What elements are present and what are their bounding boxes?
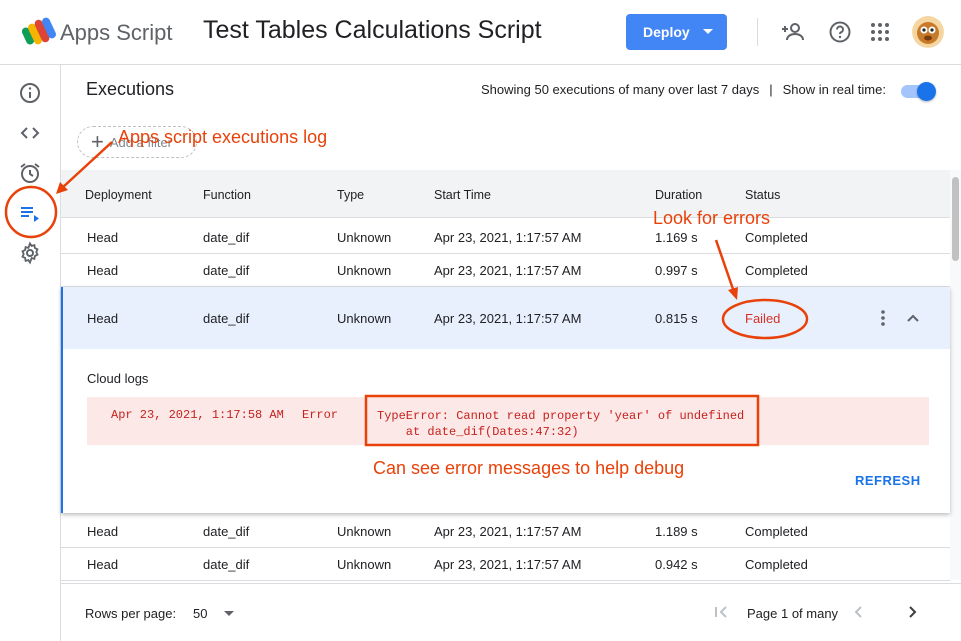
cell-function: date_dif — [203, 311, 250, 326]
cell-status: Completed — [745, 524, 808, 539]
help-icon[interactable] — [828, 20, 852, 44]
expanded-execution: Head date_dif Unknown Apr 23, 2021, 1:17… — [61, 287, 950, 513]
showing-text: Showing 50 executions of many over last … — [481, 82, 760, 97]
table-row-selected[interactable]: Head date_dif Unknown Apr 23, 2021, 1:17… — [63, 287, 950, 349]
cell-type: Unknown — [337, 557, 392, 572]
executions-panel: Executions Showing 50 executions of many… — [61, 65, 961, 641]
cell-start-time: Apr 23, 2021, 1:17:57 AM — [434, 557, 582, 572]
prev-page-icon[interactable] — [849, 602, 869, 622]
showing-summary: Showing 50 executions of many over last … — [481, 82, 886, 97]
executions-icon[interactable] — [18, 201, 42, 225]
cell-type: Unknown — [337, 230, 392, 245]
page-info: Page 1 of many — [747, 606, 839, 621]
cell-function: date_dif — [203, 230, 250, 245]
log-time: Apr 23, 2021, 1:17:58 AM — [111, 408, 284, 422]
cell-function: date_dif — [203, 524, 250, 539]
annotation-errors-note: Look for errors — [653, 208, 771, 228]
cell-status: Completed — [745, 230, 808, 245]
table-row[interactable]: Head date_dif Unknown Apr 23, 2021, 1:17… — [61, 254, 950, 287]
cloud-logs-label: Cloud logs — [87, 371, 149, 386]
left-rail — [0, 65, 61, 641]
app-name[interactable]: Apps Script — [60, 20, 173, 46]
page-title: Executions — [86, 79, 175, 99]
plus-icon: + — [91, 129, 104, 154]
column-header[interactable]: Start Time — [434, 188, 491, 202]
column-header[interactable]: Type — [337, 188, 364, 202]
cell-deployment: Head — [87, 524, 119, 539]
first-page-icon[interactable] — [711, 602, 731, 622]
cell-start-time: Apr 23, 2021, 1:17:57 AM — [434, 263, 582, 278]
chevron-down-icon[interactable] — [224, 611, 234, 616]
realtime-toggle[interactable] — [899, 79, 937, 101]
chevron-up-icon[interactable] — [903, 308, 923, 328]
cell-deployment: Head — [87, 557, 119, 572]
table-row[interactable]: Head date_dif Unknown Apr 23, 2021, 1:17… — [61, 548, 950, 581]
cell-duration: 1.169 s — [655, 230, 698, 245]
cell-status-failed: Failed — [745, 311, 781, 326]
cell-function: date_dif — [203, 557, 250, 572]
cell-start-time: Apr 23, 2021, 1:17:57 AM — [434, 524, 582, 539]
chevron-down-icon — [703, 29, 713, 34]
apps-script-logo[interactable] — [22, 17, 56, 47]
realtime-label: Show in real time: — [782, 82, 886, 97]
deploy-button[interactable]: Deploy — [626, 14, 727, 50]
log-level: Error — [302, 408, 339, 422]
column-header[interactable]: Deployment — [85, 188, 152, 202]
separator: | — [769, 82, 773, 97]
rows-per-page-label: Rows per page: — [85, 606, 177, 621]
cell-deployment: Head — [87, 311, 119, 326]
project-title[interactable]: Test Tables Calculations Script — [203, 16, 542, 45]
avatar[interactable] — [912, 16, 944, 48]
table-header: Deployment Function Type Start Time Dura… — [61, 170, 950, 218]
cell-deployment: Head — [87, 263, 119, 278]
cell-type: Unknown — [337, 524, 392, 539]
deploy-label: Deploy — [643, 24, 690, 40]
column-header[interactable]: Status — [745, 188, 780, 202]
alarm-icon[interactable] — [18, 161, 42, 185]
cell-duration: 0.942 s — [655, 557, 698, 572]
cell-type: Unknown — [337, 263, 392, 278]
refresh-button[interactable]: REFRESH — [855, 473, 921, 488]
add-person-icon[interactable] — [782, 20, 806, 44]
annotation-log-note: Apps script executions log — [118, 127, 328, 147]
log-message: TypeError: Cannot read property 'year' o… — [377, 409, 745, 439]
annotation-debug-note: Can see error messages to help debug — [373, 458, 685, 478]
cell-duration: 0.815 s — [655, 311, 698, 326]
cell-duration: 1.189 s — [655, 524, 698, 539]
table-row[interactable]: Head date_dif Unknown Apr 23, 2021, 1:17… — [61, 221, 950, 254]
cell-status: Completed — [745, 263, 808, 278]
code-icon[interactable] — [18, 121, 42, 145]
scrollbar-thumb[interactable] — [952, 177, 959, 261]
next-page-icon[interactable] — [902, 602, 922, 622]
cell-status: Completed — [745, 557, 808, 572]
cell-function: date_dif — [203, 263, 250, 278]
toggle-knob — [917, 82, 936, 101]
header-divider — [757, 18, 758, 46]
pagination-footer: Rows per page: 50 Page 1 of many — [61, 583, 961, 641]
apps-grid-icon[interactable] — [868, 20, 892, 44]
table-row[interactable]: Head date_dif Unknown Apr 23, 2021, 1:17… — [61, 515, 950, 548]
settings-icon[interactable] — [18, 241, 42, 265]
cell-start-time: Apr 23, 2021, 1:17:57 AM — [434, 311, 582, 326]
column-header[interactable]: Function — [203, 188, 251, 202]
top-bar: Apps Script Test Tables Calculations Scr… — [0, 0, 961, 65]
cell-deployment: Head — [87, 230, 119, 245]
cell-type: Unknown — [337, 311, 392, 326]
log-entry: Apr 23, 2021, 1:17:58 AM Error TypeError… — [87, 397, 929, 445]
info-icon[interactable] — [18, 81, 42, 105]
more-vert-icon[interactable] — [873, 308, 893, 328]
cell-start-time: Apr 23, 2021, 1:17:57 AM — [434, 230, 582, 245]
rows-per-page-select[interactable]: 50 — [193, 606, 207, 621]
column-header[interactable]: Duration — [655, 188, 702, 202]
cell-duration: 0.997 s — [655, 263, 698, 278]
